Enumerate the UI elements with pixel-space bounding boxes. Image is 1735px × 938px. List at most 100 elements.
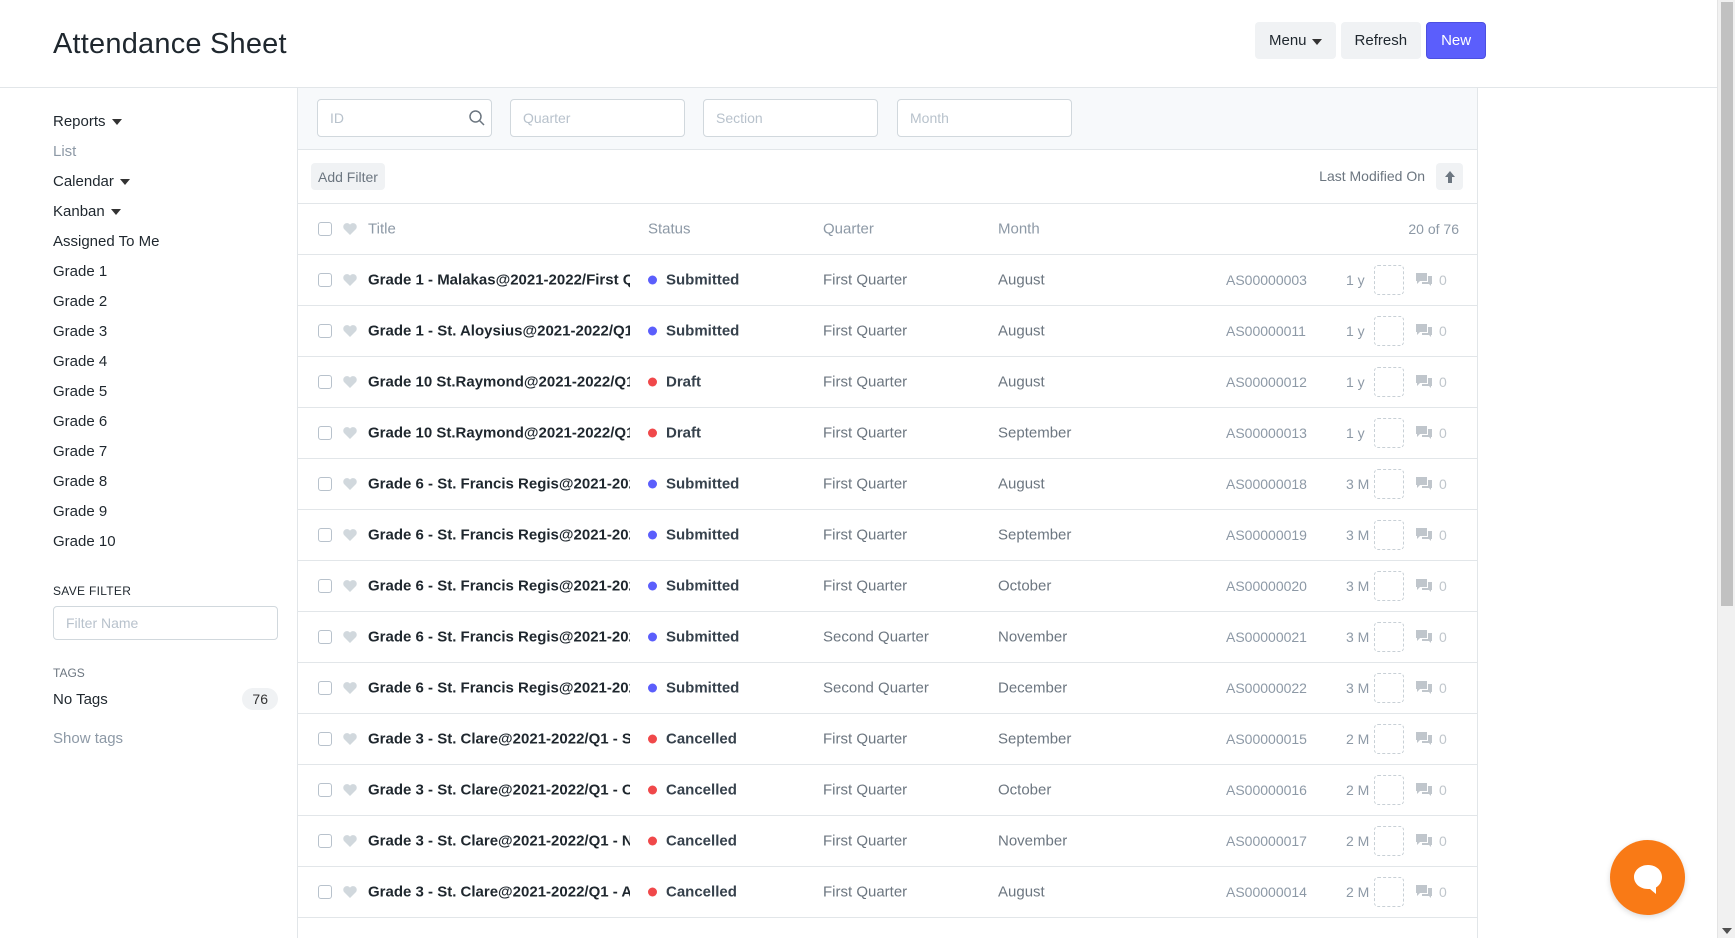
assignee-avatar[interactable]: [1374, 418, 1404, 448]
table-row[interactable]: Grade 10 St.Raymond@2021-2022/Q1 Draft Fir…: [298, 408, 1477, 459]
heart-icon[interactable]: [342, 476, 358, 492]
row-checkbox[interactable]: [318, 579, 332, 593]
row-checkbox[interactable]: [318, 375, 332, 389]
table-row[interactable]: Grade 1 - St. Aloysius@2021-2022/Q1 Submi…: [298, 306, 1477, 357]
comment-count[interactable]: 0: [1415, 323, 1447, 339]
comment-count[interactable]: 0: [1415, 833, 1447, 849]
table-row[interactable]: Grade 10 St.Raymond@2021-2022/Q1 Draft Fir…: [298, 357, 1477, 408]
sidebar-item-list[interactable]: List: [53, 136, 278, 166]
comment-count[interactable]: 0: [1415, 527, 1447, 543]
heart-icon[interactable]: [342, 272, 358, 288]
row-title-link[interactable]: Grade 6 - St. Francis Regis@2021-202: [368, 680, 630, 697]
heart-icon[interactable]: [342, 323, 358, 339]
table-row[interactable]: Grade 3 - St. Clare@2021-2022/Q1 - N Canc…: [298, 816, 1477, 867]
row-title-link[interactable]: Grade 6 - St. Francis Regis@2021-202: [368, 476, 630, 493]
row-checkbox[interactable]: [318, 732, 332, 746]
page-scrollbar[interactable]: [1717, 0, 1735, 938]
sidebar-item-kanban[interactable]: Kanban: [53, 196, 278, 226]
row-title-link[interactable]: Grade 1 - St. Aloysius@2021-2022/Q1: [368, 323, 630, 340]
row-checkbox[interactable]: [318, 426, 332, 440]
comment-count[interactable]: 0: [1415, 629, 1447, 645]
id-filter-input[interactable]: [317, 99, 492, 137]
heart-icon[interactable]: [342, 629, 358, 645]
assignee-avatar[interactable]: [1374, 520, 1404, 550]
assignee-avatar[interactable]: [1374, 265, 1404, 295]
menu-button[interactable]: Menu: [1255, 22, 1336, 59]
sidebar-item-no-tags[interactable]: No Tags 76: [53, 684, 278, 714]
table-row[interactable]: Grade 6 - St. Francis Regis@2021-202 Subm…: [298, 561, 1477, 612]
heart-icon[interactable]: [342, 425, 358, 441]
comment-count[interactable]: 0: [1415, 425, 1447, 441]
heart-icon[interactable]: [342, 527, 358, 543]
comment-count[interactable]: 0: [1415, 374, 1447, 390]
section-filter-input[interactable]: [703, 99, 878, 137]
chat-button[interactable]: [1610, 840, 1685, 915]
sidebar-item-calendar[interactable]: Calendar: [53, 166, 278, 196]
sidebar-item-grade-4[interactable]: Grade 4: [53, 346, 278, 376]
comment-count[interactable]: 0: [1415, 731, 1447, 747]
comment-count[interactable]: 0: [1415, 884, 1447, 900]
month-filter-input[interactable]: [897, 99, 1072, 137]
table-row[interactable]: Grade 6 - St. Francis Regis@2021-202 Subm…: [298, 459, 1477, 510]
scroll-down-icon[interactable]: [1722, 928, 1732, 934]
sort-order-button[interactable]: [1436, 163, 1463, 190]
select-all-checkbox[interactable]: [318, 222, 332, 236]
row-title-link[interactable]: Grade 10 St.Raymond@2021-2022/Q1: [368, 374, 630, 391]
table-row[interactable]: Grade 3 - St. Clare@2021-2022/Q1 - A Canc…: [298, 867, 1477, 918]
row-checkbox[interactable]: [318, 324, 332, 338]
sidebar-item-grade-8[interactable]: Grade 8: [53, 466, 278, 496]
assignee-avatar[interactable]: [1374, 775, 1404, 805]
sidebar-item-grade-9[interactable]: Grade 9: [53, 496, 278, 526]
assignee-avatar[interactable]: [1374, 367, 1404, 397]
assignee-avatar[interactable]: [1374, 826, 1404, 856]
add-filter-button[interactable]: Add Filter: [311, 163, 385, 190]
table-row[interactable]: Grade 1 - Malakas@2021-2022/First Q Submi…: [298, 255, 1477, 306]
assignee-avatar[interactable]: [1374, 316, 1404, 346]
heart-icon[interactable]: [342, 578, 358, 594]
scrollbar-thumb[interactable]: [1721, 2, 1733, 606]
row-title-link[interactable]: Grade 3 - St. Clare@2021-2022/Q1 - A: [368, 884, 630, 901]
row-title-link[interactable]: Grade 10 St.Raymond@2021-2022/Q1: [368, 425, 630, 442]
heart-icon[interactable]: [342, 374, 358, 390]
heart-icon[interactable]: [342, 221, 358, 237]
sidebar-item-grade-2[interactable]: Grade 2: [53, 286, 278, 316]
sidebar-item-reports[interactable]: Reports: [53, 106, 278, 136]
row-title-link[interactable]: Grade 6 - St. Francis Regis@2021-202: [368, 629, 630, 646]
table-row[interactable]: Grade 6 - St. Francis Regis@2021-202 Subm…: [298, 612, 1477, 663]
comment-count[interactable]: 0: [1415, 476, 1447, 492]
sidebar-item-assigned-to-me[interactable]: Assigned To Me: [53, 226, 278, 256]
row-checkbox[interactable]: [318, 630, 332, 644]
row-checkbox[interactable]: [318, 783, 332, 797]
table-row[interactable]: Grade 3 - St. Clare@2021-2022/Q1 - S Canc…: [298, 714, 1477, 765]
assignee-avatar[interactable]: [1374, 469, 1404, 499]
heart-icon[interactable]: [342, 833, 358, 849]
row-checkbox[interactable]: [318, 273, 332, 287]
row-checkbox[interactable]: [318, 528, 332, 542]
sidebar-item-grade-5[interactable]: Grade 5: [53, 376, 278, 406]
show-tags-link[interactable]: Show tags: [53, 730, 278, 747]
assignee-avatar[interactable]: [1374, 571, 1404, 601]
sidebar-item-grade-6[interactable]: Grade 6: [53, 406, 278, 436]
filter-name-input[interactable]: [53, 606, 278, 640]
assignee-avatar[interactable]: [1374, 877, 1404, 907]
heart-icon[interactable]: [342, 731, 358, 747]
sidebar-item-grade-7[interactable]: Grade 7: [53, 436, 278, 466]
table-row[interactable]: Grade 3 - St. Clare@2021-2022/Q1 - O Canc…: [298, 765, 1477, 816]
table-row[interactable]: Grade 6 - St. Francis Regis@2021-202 Subm…: [298, 663, 1477, 714]
table-row[interactable]: Grade 6 - St. Francis Regis@2021-202 Subm…: [298, 510, 1477, 561]
row-title-link[interactable]: Grade 3 - St. Clare@2021-2022/Q1 - N: [368, 833, 630, 850]
comment-count[interactable]: 0: [1415, 782, 1447, 798]
quarter-filter-input[interactable]: [510, 99, 685, 137]
sidebar-item-grade-10[interactable]: Grade 10: [53, 526, 278, 556]
comment-count[interactable]: 0: [1415, 680, 1447, 696]
comment-count[interactable]: 0: [1415, 578, 1447, 594]
row-title-link[interactable]: Grade 3 - St. Clare@2021-2022/Q1 - S: [368, 731, 630, 748]
row-title-link[interactable]: Grade 6 - St. Francis Regis@2021-202: [368, 578, 630, 595]
heart-icon[interactable]: [342, 884, 358, 900]
sort-selector[interactable]: Last Modified On: [1319, 168, 1425, 184]
refresh-button[interactable]: Refresh: [1340, 22, 1422, 59]
assignee-avatar[interactable]: [1374, 622, 1404, 652]
row-checkbox[interactable]: [318, 885, 332, 899]
assignee-avatar[interactable]: [1374, 724, 1404, 754]
row-title-link[interactable]: Grade 3 - St. Clare@2021-2022/Q1 - O: [368, 782, 630, 799]
